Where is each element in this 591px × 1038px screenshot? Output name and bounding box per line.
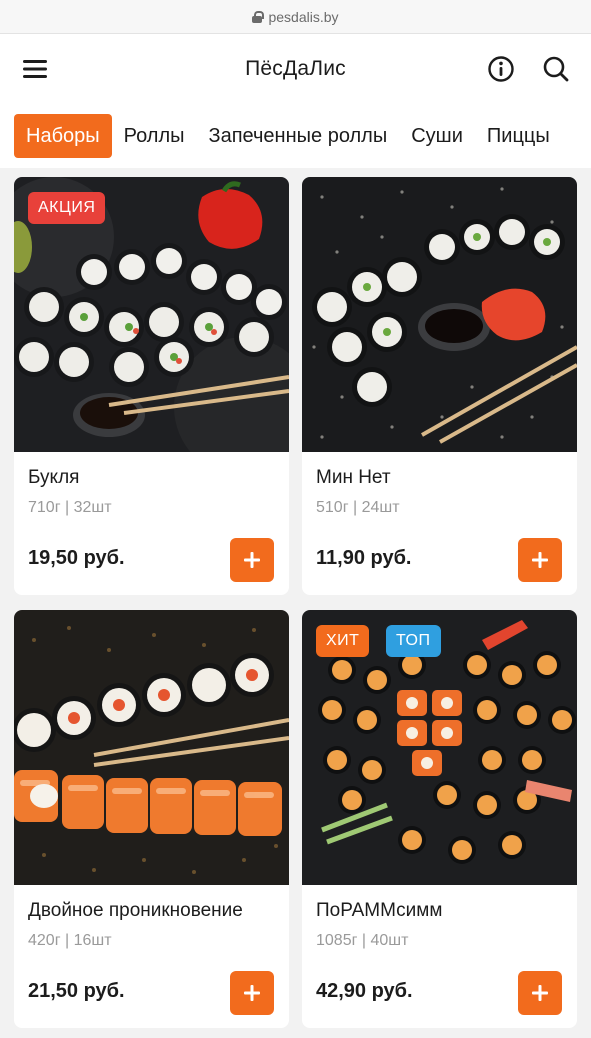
url-display[interactable]: pesdalis.by [252, 8, 339, 25]
badge-sale: АКЦИЯ [28, 192, 106, 224]
product-name: Букля [28, 467, 80, 488]
search-icon[interactable] [541, 54, 571, 84]
product-meta: 710г | 32шт [28, 499, 112, 516]
tab-sushi[interactable]: Суши [399, 114, 475, 158]
product-name: Мин Нет [316, 467, 391, 488]
page-title: ПёсДаЛис [245, 57, 346, 80]
add-to-cart-button[interactable] [518, 971, 562, 1015]
product-price: 11,90 руб. [316, 547, 412, 569]
product-price: 42,90 руб. [316, 980, 413, 1002]
menu-icon[interactable] [20, 54, 50, 84]
url-text: pesdalis.by [268, 8, 339, 25]
info-icon[interactable] [486, 54, 516, 84]
product-card[interactable]: ХИТ ТОП ПоРАММсимм 1085г | 40шт 42,90 ру… [302, 610, 577, 1028]
product-card[interactable]: Мин Нет 510г | 24шт 11,90 руб. [302, 177, 577, 595]
product-image[interactable] [302, 177, 577, 452]
product-price: 21,50 руб. [28, 980, 125, 1002]
category-tabs: Наборы Роллы Запеченные роллы Суши Пиццы [0, 104, 591, 168]
tab-rolls[interactable]: Роллы [112, 114, 197, 158]
product-meta: 510г | 24шт [316, 499, 400, 516]
product-image[interactable] [14, 610, 289, 885]
product-meta: 1085г | 40шт [316, 932, 409, 949]
product-price: 19,50 руб. [28, 547, 125, 569]
app-header: ПёсДаЛис [0, 34, 591, 104]
tab-baked-rolls[interactable]: Запеченные роллы [197, 114, 400, 158]
plus-icon [532, 985, 548, 1001]
address-bar[interactable]: pesdalis.by [0, 0, 591, 34]
plus-icon [244, 552, 260, 568]
product-meta: 420г | 16шт [28, 932, 112, 949]
tab-pizza[interactable]: Пиццы [475, 114, 562, 158]
tab-sets[interactable]: Наборы [14, 114, 112, 158]
badge-hit: ХИТ [316, 625, 370, 657]
plus-icon [532, 552, 548, 568]
add-to-cart-button[interactable] [230, 971, 274, 1015]
add-to-cart-button[interactable] [230, 538, 274, 582]
lock-icon [252, 10, 265, 23]
plus-icon [244, 985, 260, 1001]
product-name: ПоРАММсимм [316, 900, 443, 921]
product-name: Двойное проникновение [28, 900, 243, 921]
product-card[interactable]: Двойное проникновение 420г | 16шт 21,50 … [14, 610, 289, 1028]
product-card[interactable]: АКЦИЯ Букля 710г | 32шт 19,50 руб. [14, 177, 289, 595]
add-to-cart-button[interactable] [518, 538, 562, 582]
badge-top: ТОП [386, 625, 441, 657]
